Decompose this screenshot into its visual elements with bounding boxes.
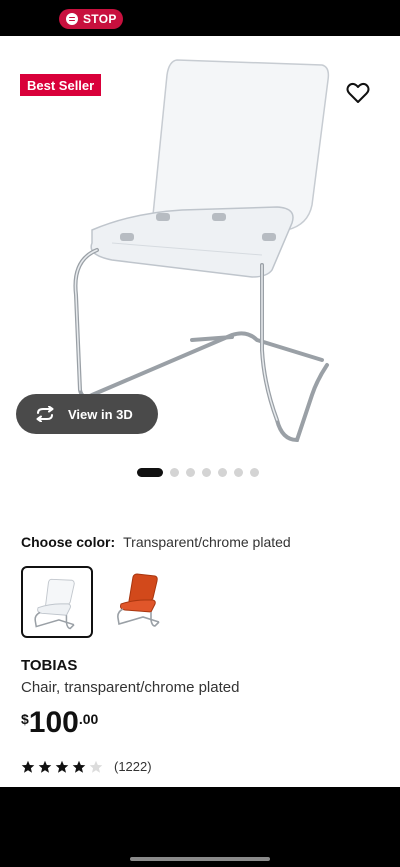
star-filled-icon: [38, 760, 52, 773]
gallery-dot[interactable]: [137, 467, 163, 477]
product-price: $ 100 .00: [21, 706, 98, 740]
product-rating[interactable]: (1222): [21, 759, 152, 774]
price-whole: 100: [28, 706, 79, 739]
review-count: (1222): [114, 759, 152, 774]
chair-thumbnail-transparent: [34, 578, 75, 630]
product-description: Chair, transparent/chrome plated: [21, 679, 240, 696]
star-filled-icon: [21, 760, 35, 773]
home-indicator[interactable]: [130, 857, 270, 861]
view-in-3d-button[interactable]: View in 3D: [16, 394, 158, 434]
product-name: TOBIAS: [21, 657, 78, 674]
spotify-icon: [66, 13, 78, 25]
stop-recording-button[interactable]: STOP: [59, 9, 123, 29]
color-swatch-transparent[interactable]: [21, 566, 93, 638]
gallery-pagination: [137, 467, 259, 477]
status-bar: STOP: [0, 0, 400, 36]
price-cents: .00: [78, 711, 99, 727]
heart-icon[interactable]: [346, 82, 370, 104]
gallery-dot[interactable]: [186, 467, 195, 477]
view-in-3d-label: View in 3D: [68, 406, 133, 422]
product-image-chair: [73, 59, 330, 443]
selected-color-value: Transparent/chrome plated: [123, 534, 291, 550]
gallery-dot[interactable]: [234, 467, 243, 477]
gallery-dot[interactable]: [250, 467, 259, 477]
choose-color-label: Choose color:: [21, 534, 116, 550]
star-empty-icon: [89, 760, 103, 773]
gallery-dot[interactable]: [218, 467, 227, 477]
color-swatch-orange[interactable]: [105, 566, 177, 638]
stop-label: STOP: [83, 12, 117, 26]
star-filled-icon: [55, 760, 69, 773]
price-currency: $: [21, 711, 29, 727]
system-navigation-bar: [0, 787, 400, 867]
best-seller-badge: Best Seller: [20, 74, 102, 96]
rotate-3d-icon: [36, 406, 54, 422]
chair-thumbnail-orange: [117, 573, 160, 627]
color-chooser-heading: Choose color: Transparent/chrome plated: [21, 534, 291, 550]
gallery-dot[interactable]: [170, 467, 179, 477]
gallery-dot[interactable]: [202, 467, 211, 477]
star-filled-icon: [72, 760, 86, 773]
